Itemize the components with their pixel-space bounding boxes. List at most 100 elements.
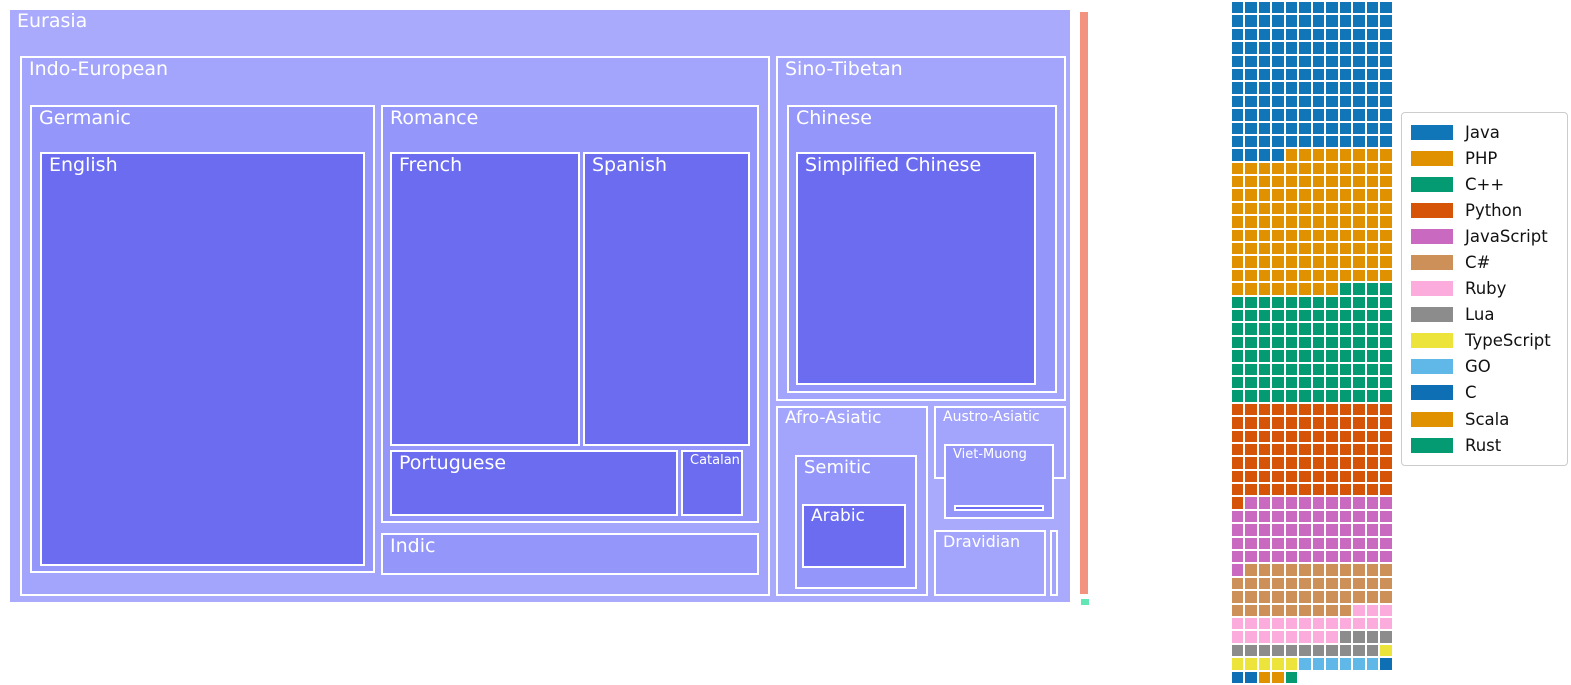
waffle-cell-python[interactable] <box>1353 484 1365 496</box>
waffle-cell-java[interactable] <box>1339 109 1352 121</box>
waffle-cell-php[interactable] <box>1285 189 1298 201</box>
waffle-cell-php[interactable] <box>1339 176 1352 188</box>
waffle-cell-java[interactable] <box>1245 149 1257 161</box>
waffle-cell-c-[interactable] <box>1380 376 1392 389</box>
waffle-cell-python[interactable] <box>1272 403 1284 416</box>
waffle-cell-java[interactable] <box>1232 15 1244 27</box>
waffle-cell-php[interactable] <box>1353 202 1365 215</box>
waffle-cell-java[interactable] <box>1232 28 1244 41</box>
waffle-cell-php[interactable] <box>1232 243 1244 255</box>
waffle-cell-python[interactable] <box>1312 430 1325 442</box>
waffle-cell-php[interactable] <box>1312 269 1325 282</box>
waffle-cell-python[interactable] <box>1353 417 1365 429</box>
waffle-cell-java[interactable] <box>1232 68 1244 81</box>
waffle-cell-typescript[interactable] <box>1272 658 1284 670</box>
waffle-cell-php[interactable] <box>1380 202 1392 215</box>
waffle-cell-java[interactable] <box>1272 28 1284 41</box>
waffle-cell-php[interactable] <box>1258 202 1271 215</box>
waffle-cell-c-[interactable] <box>1299 564 1311 576</box>
waffle-cell-javascript[interactable] <box>1339 524 1352 536</box>
waffle-cell-php[interactable] <box>1326 283 1338 295</box>
waffle-cell-go[interactable] <box>1326 658 1338 670</box>
waffle-cell-javascript[interactable] <box>1299 497 1311 509</box>
waffle-cell-java[interactable] <box>1232 55 1244 67</box>
waffle-cell-ruby[interactable] <box>1380 604 1392 616</box>
waffle-cell-java[interactable] <box>1366 28 1379 41</box>
waffle-cell-php[interactable] <box>1285 243 1298 255</box>
waffle-cell-java[interactable] <box>1380 28 1392 41</box>
legend-item-rust[interactable]: Rust <box>1411 432 1559 458</box>
waffle-cell-php[interactable] <box>1285 216 1298 228</box>
waffle-cell-c-[interactable] <box>1326 564 1338 576</box>
waffle-cell-c-[interactable] <box>1366 336 1379 349</box>
waffle-cell-java[interactable] <box>1312 95 1325 108</box>
waffle-cell-lua[interactable] <box>1258 644 1271 657</box>
waffle-cell-php[interactable] <box>1380 269 1392 282</box>
waffle-cell-php[interactable] <box>1326 256 1338 268</box>
waffle-cell-php[interactable] <box>1326 176 1338 188</box>
treemap-node-dravidian[interactable]: Dravidian <box>934 530 1046 596</box>
waffle-cell-python[interactable] <box>1232 403 1244 416</box>
waffle-cell-java[interactable] <box>1326 28 1338 41</box>
waffle-cell-c-[interactable] <box>1312 363 1325 375</box>
waffle-cell-c-[interactable] <box>1366 577 1379 590</box>
waffle-cell-javascript[interactable] <box>1312 497 1325 509</box>
waffle-cell-java[interactable] <box>1312 55 1325 67</box>
waffle-cell-python[interactable] <box>1312 417 1325 429</box>
waffle-cell-php[interactable] <box>1353 269 1365 282</box>
waffle-cell-java[interactable] <box>1272 2 1284 14</box>
waffle-cell-java[interactable] <box>1258 55 1271 67</box>
waffle-cell-python[interactable] <box>1272 470 1284 483</box>
waffle-cell-java[interactable] <box>1353 2 1365 14</box>
waffle-cell-java[interactable] <box>1353 135 1365 148</box>
waffle-cell-c-[interactable] <box>1339 350 1352 362</box>
waffle-cell-javascript[interactable] <box>1326 537 1338 550</box>
waffle-cell-javascript[interactable] <box>1312 510 1325 523</box>
waffle-cell-c-[interactable] <box>1272 390 1284 402</box>
waffle-cell-python[interactable] <box>1299 443 1311 456</box>
waffle-cell-c[interactable] <box>1380 658 1392 670</box>
waffle-cell-php[interactable] <box>1299 243 1311 255</box>
waffle-cell-c-[interactable] <box>1299 336 1311 349</box>
waffle-cell-php[interactable] <box>1366 216 1379 228</box>
waffle-cell-java[interactable] <box>1380 55 1392 67</box>
waffle-cell-java[interactable] <box>1299 82 1311 94</box>
waffle-cell-python[interactable] <box>1326 417 1338 429</box>
waffle-cell-java[interactable] <box>1299 68 1311 81</box>
waffle-cell-python[interactable] <box>1366 457 1379 469</box>
waffle-cell-php[interactable] <box>1272 256 1284 268</box>
waffle-cell-python[interactable] <box>1299 417 1311 429</box>
treemap-node-unlabeled[interactable] <box>1078 10 1090 596</box>
waffle-cell-php[interactable] <box>1245 202 1257 215</box>
waffle-cell-javascript[interactable] <box>1326 524 1338 536</box>
waffle-cell-javascript[interactable] <box>1366 551 1379 563</box>
waffle-cell-c-[interactable] <box>1272 376 1284 389</box>
waffle-cell-c-[interactable] <box>1285 376 1298 389</box>
waffle-cell-php[interactable] <box>1353 216 1365 228</box>
waffle-cell-java[interactable] <box>1258 82 1271 94</box>
waffle-cell-python[interactable] <box>1258 470 1271 483</box>
waffle-cell-javascript[interactable] <box>1232 564 1244 576</box>
waffle-cell-c-[interactable] <box>1366 363 1379 375</box>
waffle-cell-python[interactable] <box>1245 403 1257 416</box>
waffle-cell-javascript[interactable] <box>1366 537 1379 550</box>
waffle-cell-php[interactable] <box>1272 189 1284 201</box>
waffle-cell-php[interactable] <box>1299 176 1311 188</box>
waffle-cell-ruby[interactable] <box>1285 631 1298 643</box>
waffle-cell-python[interactable] <box>1380 457 1392 469</box>
waffle-cell-ruby[interactable] <box>1299 617 1311 630</box>
waffle-cell-go[interactable] <box>1312 658 1325 670</box>
waffle-cell-php[interactable] <box>1272 176 1284 188</box>
waffle-cell-python[interactable] <box>1285 484 1298 496</box>
waffle-cell-python[interactable] <box>1380 417 1392 429</box>
waffle-cell-java[interactable] <box>1258 122 1271 134</box>
waffle-cell-ruby[interactable] <box>1258 631 1271 643</box>
waffle-cell-php[interactable] <box>1272 202 1284 215</box>
waffle-cell-typescript[interactable] <box>1258 658 1271 670</box>
waffle-cell-ruby[interactable] <box>1232 617 1244 630</box>
waffle-cell-javascript[interactable] <box>1245 537 1257 550</box>
waffle-cell-ruby[interactable] <box>1326 617 1338 630</box>
waffle-cell-java[interactable] <box>1258 109 1271 121</box>
waffle-cell-c-[interactable] <box>1312 296 1325 308</box>
waffle-cell-java[interactable] <box>1312 15 1325 27</box>
